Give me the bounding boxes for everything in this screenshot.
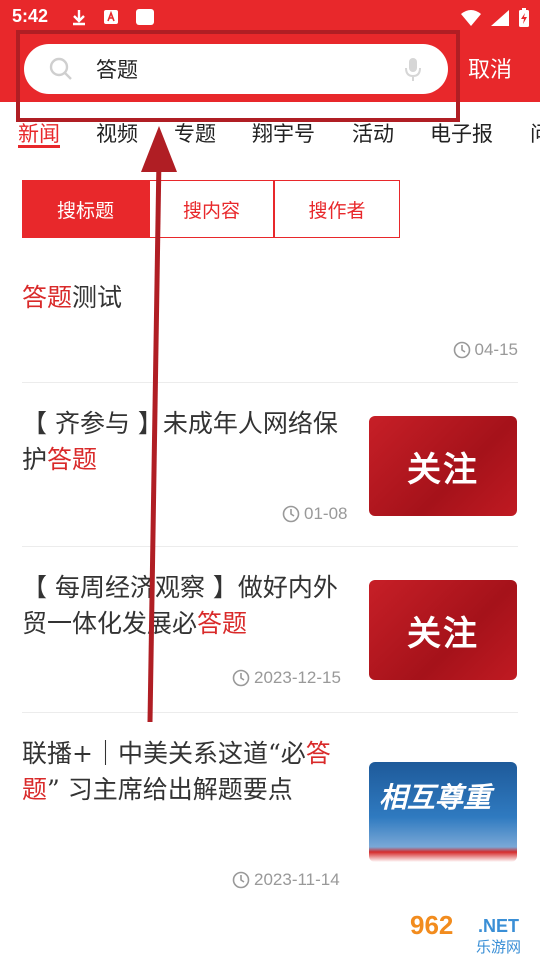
result-date: 2023-12-15	[232, 668, 341, 688]
tab-xiangyu[interactable]: 翔宇号	[252, 118, 315, 148]
tab-video[interactable]: 视频	[96, 118, 138, 148]
result-thumbnail: 关注	[369, 580, 517, 680]
result-date: 01-08	[282, 504, 347, 524]
segment-search-title[interactable]: 搜标题	[22, 180, 149, 238]
signal-icon	[491, 10, 509, 26]
segment-search-author[interactable]: 搜作者	[274, 180, 400, 238]
result-date: 2023-11-14	[232, 870, 340, 890]
result-title: 联播+｜中美关系这道“必答题” 习主席给出解题要点	[22, 739, 331, 804]
tab-news[interactable]: 新闻	[18, 118, 60, 148]
segment-search-content[interactable]: 搜内容	[149, 180, 274, 238]
divider	[22, 546, 518, 547]
divider	[22, 382, 518, 383]
clock-icon	[282, 505, 300, 523]
result-title: 【 每周经济观察 】做好内外贸一体化发展必答题	[22, 573, 338, 638]
active-tab-indicator	[18, 145, 60, 148]
result-thumbnail: 关注	[369, 416, 517, 516]
annotation-highlight-box	[16, 30, 460, 122]
tab-events[interactable]: 活动	[352, 118, 394, 148]
clock-icon	[232, 669, 250, 687]
app-notification-icon	[104, 10, 118, 24]
wifi-icon	[461, 10, 481, 26]
sim-card-icon	[136, 9, 154, 25]
battery-charging-icon	[519, 8, 529, 27]
result-title: 答题测试	[22, 283, 123, 312]
watermark-logo: 962 .NET 乐游网	[410, 910, 522, 956]
clock-icon	[453, 341, 470, 359]
tab-ask[interactable]: 问	[530, 118, 540, 148]
result-date: 04-15	[453, 340, 518, 360]
clock-icon	[232, 871, 250, 889]
tab-topics[interactable]: 专题	[174, 118, 216, 148]
divider	[22, 712, 518, 713]
download-icon	[73, 10, 85, 26]
status-time: 5:42	[12, 6, 49, 26]
result-thumbnail: 相互尊重	[369, 762, 517, 862]
result-title: 【 齐参与 】未成年人网络保护答题	[22, 409, 338, 474]
tab-e-paper[interactable]: 电子报	[430, 118, 493, 148]
list-item[interactable]: 答题测试 04-15	[22, 278, 518, 368]
category-tabs: 新闻 视频 专题 翔宇号 活动 电子报 问	[0, 112, 540, 154]
cancel-button[interactable]: 取消	[468, 52, 512, 84]
